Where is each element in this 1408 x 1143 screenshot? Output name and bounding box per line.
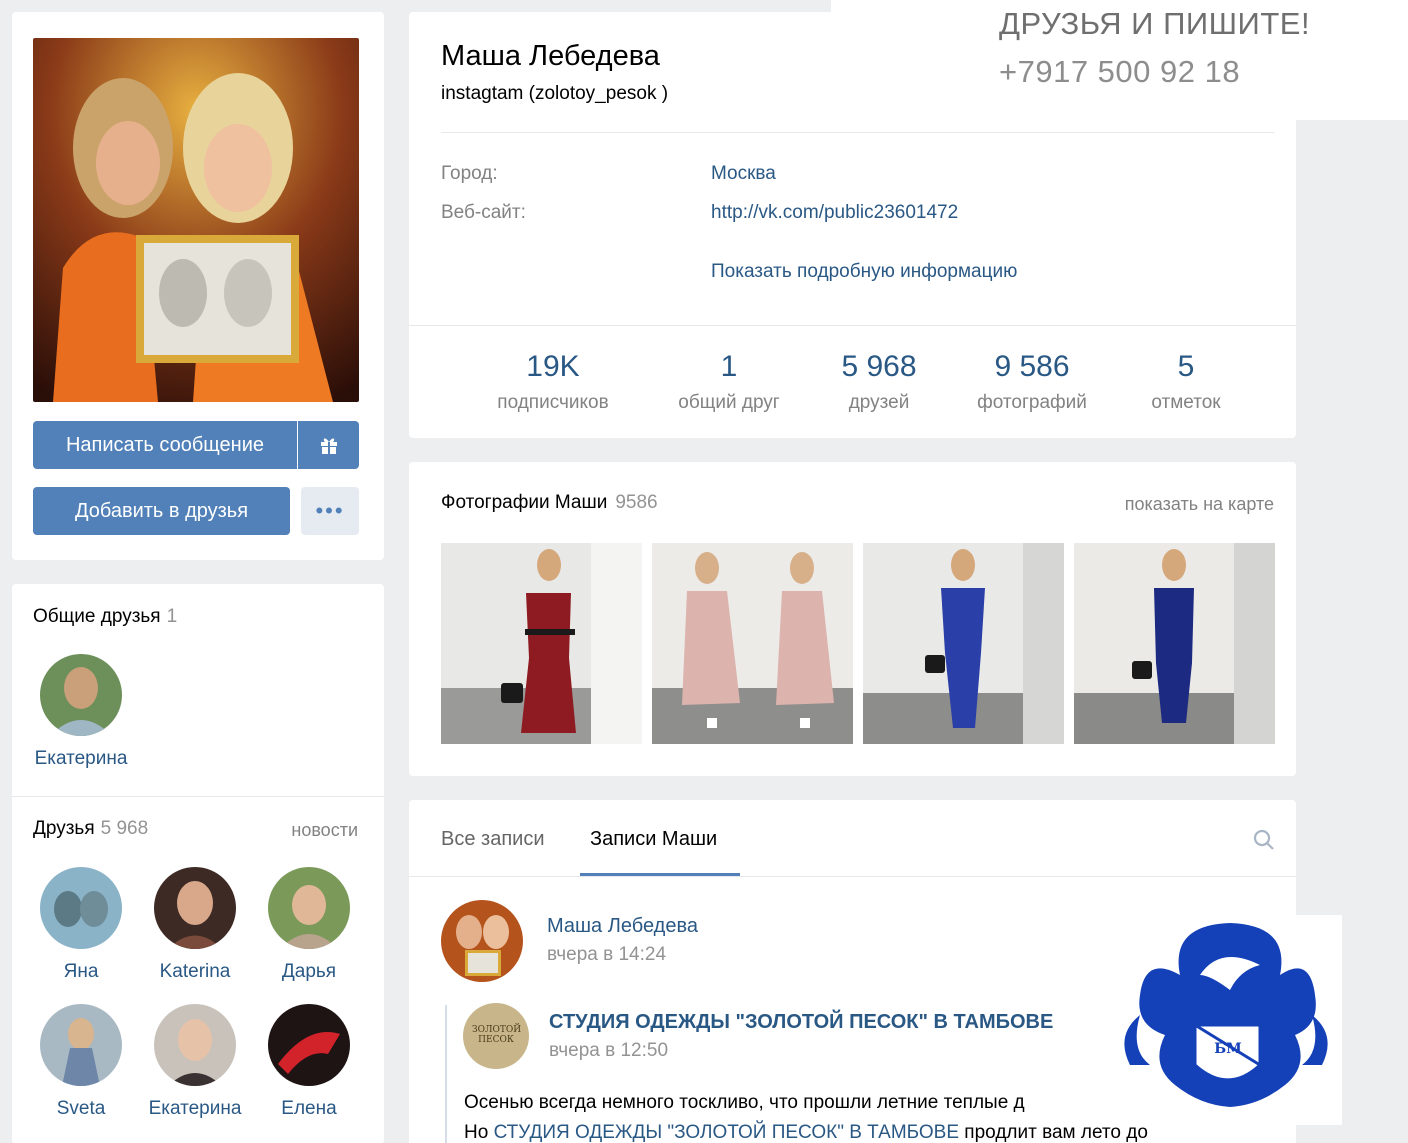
avatar <box>154 867 236 949</box>
photos-label: Фотографии Маши <box>441 492 608 513</box>
divider <box>409 876 1296 877</box>
friends-title[interactable]: Друзья 5 968 <box>33 818 148 840</box>
show-more-info-link[interactable]: Показать подробную информацию <box>711 261 1017 283</box>
friends-block: Общие друзья 1 Екатерина Друзья 5 968 ново… <box>12 584 384 1143</box>
post-text-prefix: Но <box>464 1122 494 1143</box>
friends-count: 5 968 <box>100 818 149 839</box>
repost-group-logo-text: ЗОЛОТОЙ ПЕСОК <box>472 1025 522 1045</box>
photo-thumbnail[interactable] <box>1074 543 1275 744</box>
promo-phone: +7917 500 92 18 <box>999 54 1241 89</box>
send-message-button[interactable]: Написать сообщение <box>33 421 297 469</box>
tab-own-posts[interactable]: Записи Маши <box>590 828 717 851</box>
friend-name: Елена <box>281 1098 337 1119</box>
friend-name: Екатерина <box>148 1098 242 1119</box>
friend-name: Katerina <box>159 961 231 982</box>
post-group-mention-link[interactable]: СТУДИЯ ОДЕЖДЫ "ЗОЛОТОЙ ПЕСОК" В ТАМБОВЕ <box>494 1122 959 1143</box>
mutual-friends-title[interactable]: Общие друзья 1 <box>33 606 177 628</box>
show-on-map-link[interactable]: показать на карте <box>1125 494 1274 515</box>
avatar <box>40 654 122 736</box>
stat-label: отметок <box>1151 392 1221 413</box>
website-label: Веб-сайт: <box>441 202 526 223</box>
stat-followers[interactable]: 19K подписчиков <box>463 350 643 414</box>
post-time[interactable]: вчера в 14:24 <box>547 944 666 966</box>
stat-number: 19K <box>526 350 580 383</box>
avatar <box>40 1004 122 1086</box>
divider <box>12 796 384 797</box>
stat-tags[interactable]: 5 отметок <box>1096 350 1276 414</box>
city-link[interactable]: Москва <box>711 163 776 185</box>
post-author-avatar[interactable] <box>441 900 523 982</box>
friend-name: Екатерина <box>34 748 128 769</box>
repost-time[interactable]: вчера в 12:50 <box>549 1040 668 1062</box>
friend-name: Дарья <box>281 961 337 982</box>
promo-text: ДРУЗЬЯ И ПИШИТЕ! <box>999 6 1311 41</box>
stat-label: фотографий <box>977 392 1087 413</box>
page-title: Маша Лебедева <box>441 40 660 72</box>
avatar <box>268 1004 350 1086</box>
photo-thumbnail[interactable] <box>441 543 642 744</box>
stat-number: 5 <box>1177 350 1195 383</box>
post-text-suffix: продлит вам лето до <box>959 1122 1148 1143</box>
mutual-friends-count: 1 <box>166 606 178 627</box>
avatar <box>268 867 350 949</box>
more-actions-button[interactable]: ••• <box>301 487 359 535</box>
photos-block: Фотографии Маши 9586 показать на карте <box>409 462 1296 776</box>
friend-name: Sveta <box>56 1098 106 1119</box>
avatar <box>40 867 122 949</box>
stat-number: 9 586 <box>994 350 1070 383</box>
post-author-name[interactable]: Маша Лебедева <box>547 915 698 938</box>
repost-group-avatar[interactable]: ЗОЛОТОЙ ПЕСОК <box>463 1003 529 1069</box>
profile-status[interactable]: instagtam (zolotoy_pesok ) <box>441 83 668 105</box>
logo-letters: БМ <box>1214 1041 1241 1057</box>
friend-item[interactable]: Елена <box>254 1004 364 1120</box>
gift-button[interactable] <box>298 421 359 469</box>
profile-photo[interactable] <box>33 38 359 402</box>
stat-photos[interactable]: 9 586 фотографий <box>942 350 1122 414</box>
friend-item[interactable]: Екатерина <box>140 1004 250 1120</box>
repost-group-name[interactable]: СТУДИЯ ОДЕЖДЫ "ЗОЛОТОЙ ПЕСОК" В ТАМБОВЕ <box>549 1011 1053 1034</box>
friend-name: Яна <box>63 961 99 982</box>
search-icon[interactable] <box>1252 828 1276 857</box>
photos-title[interactable]: Фотографии Маши 9586 <box>441 492 658 514</box>
tab-all-posts[interactable]: Все записи <box>441 828 545 851</box>
stat-label: подписчиков <box>497 392 609 413</box>
mutual-friends-label: Общие друзья <box>33 606 161 627</box>
brand-logo: БМ <box>1110 915 1342 1125</box>
gift-icon <box>320 438 337 454</box>
friends-label: Друзья <box>33 818 95 839</box>
promo-overlay: ДРУЗЬЯ И ПИШИТЕ! +7917 500 92 18 <box>831 0 1408 120</box>
city-label: Город: <box>441 163 498 184</box>
photo-thumbnail[interactable] <box>652 543 853 744</box>
friend-item[interactable]: Яна <box>26 867 136 983</box>
repost-border <box>445 1005 447 1143</box>
website-link[interactable]: http://vk.com/public23601472 <box>711 202 958 224</box>
friend-item[interactable]: Sveta <box>26 1004 136 1120</box>
post-text-line: Но СТУДИЯ ОДЕЖДЫ "ЗОЛОТОЙ ПЕСОК" В ТАМБО… <box>464 1122 1148 1143</box>
divider <box>441 132 1274 133</box>
add-friend-button[interactable]: Добавить в друзья <box>33 487 290 535</box>
mutual-friend-item[interactable]: Екатерина <box>26 654 136 770</box>
friend-item[interactable]: Дарья <box>254 867 364 983</box>
profile-card: Написать сообщение Добавить в друзья ••• <box>12 12 384 560</box>
friend-item[interactable]: Katerina <box>140 867 250 983</box>
post-text-line: Осенью всегда немного тоскливо, что прош… <box>464 1092 1025 1113</box>
divider <box>409 325 1296 326</box>
friends-news-link[interactable]: новости <box>291 820 358 841</box>
photo-thumbnail[interactable] <box>863 543 1064 744</box>
avatar <box>154 1004 236 1086</box>
photos-count: 9586 <box>615 492 658 513</box>
